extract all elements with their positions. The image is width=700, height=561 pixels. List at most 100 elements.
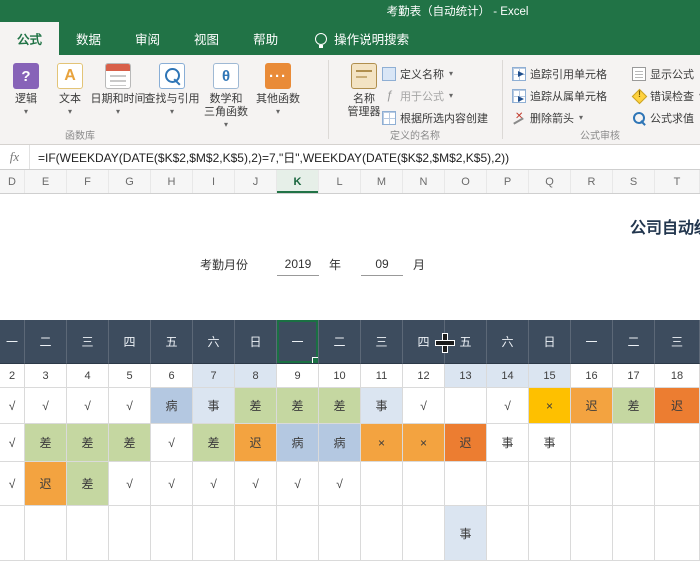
cell-L5[interactable]: 10	[319, 364, 361, 388]
cell-D7[interactable]: √	[0, 424, 25, 462]
cell-O5[interactable]: 13	[445, 364, 487, 388]
cell-P8[interactable]	[487, 462, 529, 506]
cell-P9[interactable]	[487, 506, 529, 561]
column-header-J[interactable]: J	[235, 170, 277, 193]
column-header-H[interactable]: H	[151, 170, 193, 193]
cell-J5[interactable]: 8	[235, 364, 277, 388]
cell-L8[interactable]: √	[319, 462, 361, 506]
cell-Q8[interactable]	[529, 462, 571, 506]
cell-E5[interactable]: 3	[25, 364, 67, 388]
cell-F5[interactable]: 4	[67, 364, 109, 388]
cell-N8[interactable]	[403, 462, 445, 506]
cell-H7[interactable]: √	[151, 424, 193, 462]
evaluate-formula-button[interactable]: 公式求值	[632, 109, 694, 127]
cell-H4[interactable]: 五	[151, 320, 193, 364]
column-header-S[interactable]: S	[613, 170, 655, 193]
cell-O7[interactable]: 迟	[445, 424, 487, 462]
column-header-T[interactable]: T	[655, 170, 700, 193]
cell-F6[interactable]: √	[67, 388, 109, 424]
cell-Q9[interactable]	[529, 506, 571, 561]
cell-M7[interactable]: ×	[361, 424, 403, 462]
column-header-P[interactable]: P	[487, 170, 529, 193]
column-header-Q[interactable]: Q	[529, 170, 571, 193]
cell-I8[interactable]: √	[193, 462, 235, 506]
cell-L9[interactable]	[319, 506, 361, 561]
column-header-G[interactable]: G	[109, 170, 151, 193]
cell-F7[interactable]: 差	[67, 424, 109, 462]
cell-K7[interactable]: 病	[277, 424, 319, 462]
trace-dependents-button[interactable]: 追踪从属单元格	[512, 87, 607, 105]
cell-S9[interactable]	[613, 506, 655, 561]
formula-input[interactable]: =IF(WEEKDAY(DATE($K$2,$M$2,K$5),2)=7,"日"…	[38, 149, 509, 166]
cell-I6[interactable]: 事	[193, 388, 235, 424]
cell-P7[interactable]: 事	[487, 424, 529, 462]
column-header-D[interactable]: D	[0, 170, 25, 193]
define-name-button[interactable]: 定义名称 ▾	[382, 65, 453, 83]
math-trig-button[interactable]: 数学和 三角函数 ▾	[196, 63, 256, 129]
cell-O6[interactable]	[445, 388, 487, 424]
cell-F4[interactable]: 三	[67, 320, 109, 364]
cell-N5[interactable]: 12	[403, 364, 445, 388]
column-header-R[interactable]: R	[571, 170, 613, 193]
cell-T9[interactable]	[655, 506, 700, 561]
cell-K6[interactable]: 差	[277, 388, 319, 424]
column-header-O[interactable]: O	[445, 170, 487, 193]
cell-G5[interactable]: 5	[109, 364, 151, 388]
cell-T8[interactable]	[655, 462, 700, 506]
tab-data[interactable]: 数据	[59, 22, 118, 55]
cell-F8[interactable]: 差	[67, 462, 109, 506]
use-in-formula-button[interactable]: 用于公式 ▾	[382, 87, 453, 105]
cell-E6[interactable]: √	[25, 388, 67, 424]
text-button[interactable]: 文本 ▾	[50, 63, 90, 116]
cell-Q4[interactable]: 日	[529, 320, 571, 364]
cell-G9[interactable]	[109, 506, 151, 561]
cell-S4[interactable]: 二	[613, 320, 655, 364]
cell-O9[interactable]: 事	[445, 506, 487, 561]
cell-R5[interactable]: 16	[571, 364, 613, 388]
cell-L6[interactable]: 差	[319, 388, 361, 424]
cell-R4[interactable]: 一	[571, 320, 613, 364]
cell-E9[interactable]	[25, 506, 67, 561]
cell-K8[interactable]: √	[277, 462, 319, 506]
cell-J9[interactable]	[235, 506, 277, 561]
cell-K9[interactable]	[277, 506, 319, 561]
tab-view[interactable]: 视图	[177, 22, 236, 55]
cell-M6[interactable]: 事	[361, 388, 403, 424]
cell-T6[interactable]: 迟	[655, 388, 700, 424]
cell-R6[interactable]: 迟	[571, 388, 613, 424]
year-value-cell[interactable]: 2019	[277, 252, 319, 276]
column-header-K[interactable]: K	[277, 170, 319, 193]
cell-E7[interactable]: 差	[25, 424, 67, 462]
cell-T4[interactable]: 三	[655, 320, 700, 364]
cell-J7[interactable]: 迟	[235, 424, 277, 462]
cell-D9[interactable]	[0, 506, 25, 561]
create-from-selection-button[interactable]: 根据所选内容创建	[382, 109, 488, 127]
cell-F9[interactable]	[67, 506, 109, 561]
cell-I4[interactable]: 六	[193, 320, 235, 364]
cell-M5[interactable]: 11	[361, 364, 403, 388]
tab-help[interactable]: 帮助	[236, 22, 295, 55]
column-header-M[interactable]: M	[361, 170, 403, 193]
cell-R9[interactable]	[571, 506, 613, 561]
cell-H6[interactable]: 病	[151, 388, 193, 424]
cell-K4[interactable]: 一	[277, 320, 319, 364]
lookup-reference-button[interactable]: 查找与引用 ▾	[141, 63, 203, 116]
fx-icon[interactable]: fx	[0, 145, 30, 169]
cell-J8[interactable]: √	[235, 462, 277, 506]
error-checking-button[interactable]: 错误检查 ▾	[632, 87, 700, 105]
logic-button[interactable]: 逻辑 ▾	[6, 63, 46, 116]
cell-Q6[interactable]: ×	[529, 388, 571, 424]
cell-P5[interactable]: 14	[487, 364, 529, 388]
tab-formulas[interactable]: 公式	[0, 22, 60, 55]
cell-E8[interactable]: 迟	[25, 462, 67, 506]
cell-L7[interactable]: 病	[319, 424, 361, 462]
cell-D6[interactable]: √	[0, 388, 25, 424]
cell-O8[interactable]	[445, 462, 487, 506]
column-header-I[interactable]: I	[193, 170, 235, 193]
column-header-N[interactable]: N	[403, 170, 445, 193]
column-header-E[interactable]: E	[25, 170, 67, 193]
cell-G4[interactable]: 四	[109, 320, 151, 364]
show-formulas-button[interactable]: 显示公式	[632, 65, 694, 83]
cell-R7[interactable]	[571, 424, 613, 462]
column-header-F[interactable]: F	[67, 170, 109, 193]
